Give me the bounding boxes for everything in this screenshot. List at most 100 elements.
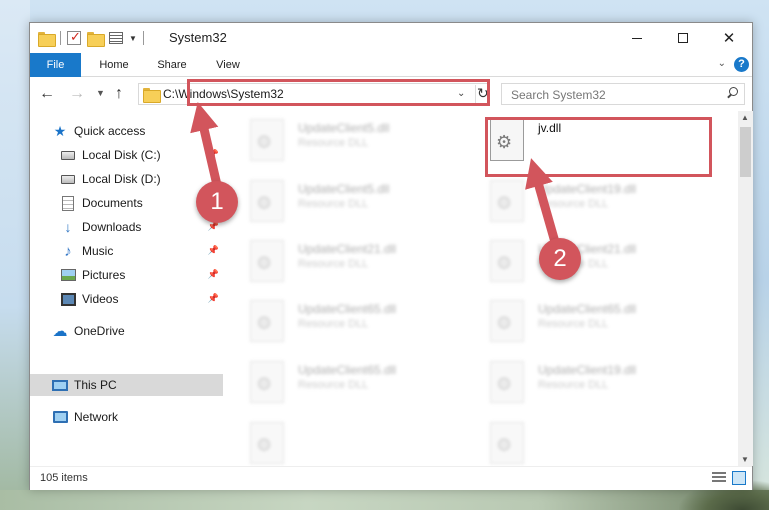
pin-icon[interactable]: 📌 — [208, 293, 219, 304]
file-name: UpdateClient21.dll — [298, 242, 397, 256]
sidebar-item-quick-access[interactable]: ★ Quick access — [52, 120, 223, 142]
star-icon: ★ — [53, 122, 67, 139]
file-name: UpdateClient19.dll — [538, 182, 637, 196]
properties-icon[interactable] — [109, 32, 123, 44]
expand-ribbon-chevron-icon[interactable]: ⌄ — [718, 58, 726, 69]
address-bar[interactable]: C:\Windows\System32 ⌄ ↻ — [138, 83, 490, 105]
pin-icon[interactable]: 📌 — [208, 221, 219, 232]
sidebar-item-label: Pictures — [82, 268, 126, 282]
pictures-icon — [60, 267, 76, 283]
ribbon-tabs: File Home Share View ⌄ ? — [30, 53, 752, 77]
file-item[interactable] — [228, 416, 468, 466]
close-icon: ✕ — [722, 30, 736, 47]
scroll-up-icon[interactable]: ▲ — [741, 113, 749, 122]
sidebar-item-pictures[interactable]: Pictures 📌 — [60, 264, 223, 286]
scroll-down-icon[interactable]: ▼ — [741, 455, 749, 464]
file-type: Resource DLL — [538, 379, 609, 391]
pin-icon[interactable]: 📌 — [208, 197, 219, 208]
sidebar-item-local-disk-c[interactable]: Local Disk (C:) 📌 — [60, 144, 223, 166]
file-type: Resource DLL — [538, 318, 609, 330]
dll-file-icon — [490, 361, 524, 403]
file-item[interactable]: UpdateClient21.dll Resource DLL — [228, 234, 468, 290]
search-input[interactable]: Search System32 — [501, 83, 745, 105]
file-name: UpdateClient19.dll — [538, 363, 637, 377]
navigation-pane: ★ Quick access Local Disk (C:) 📌 Local D… — [30, 111, 223, 466]
details-view-icon[interactable] — [712, 472, 726, 484]
window-controls: ✕ — [614, 23, 752, 53]
file-item[interactable] — [468, 416, 708, 466]
help-icon[interactable]: ? — [734, 57, 749, 72]
sidebar-item-downloads[interactable]: ↓ Downloads 📌 — [60, 216, 223, 238]
file-type: Resource DLL — [538, 258, 609, 270]
dll-file-icon — [250, 119, 284, 161]
address-history-chevron-icon[interactable]: ⌄ — [457, 88, 465, 99]
videos-icon — [60, 291, 76, 307]
file-item-jv-dll[interactable]: jv.dll — [468, 113, 708, 169]
forward-arrow-icon[interactable]: → — [69, 85, 85, 103]
sidebar-item-onedrive[interactable]: ☁ OneDrive — [52, 320, 223, 342]
file-item[interactable]: UpdateClient65.dll Resource DLL — [228, 355, 468, 411]
sidebar-item-label: This PC — [74, 378, 117, 392]
pin-icon[interactable]: 📌 — [208, 269, 219, 280]
file-type: Resource DLL — [298, 379, 369, 391]
tab-view[interactable]: View — [206, 53, 250, 77]
file-type: Resource DLL — [298, 137, 369, 149]
navigation-bar: ← → ▼ ↑ C:\Windows\System32 ⌄ ↻ Search S… — [30, 77, 752, 111]
file-name: UpdateClient65.dll — [298, 302, 397, 316]
file-item[interactable]: UpdateClient21.dll Resource DLL — [468, 234, 708, 290]
downloads-icon: ↓ — [64, 219, 72, 235]
file-type: Resource DLL — [298, 258, 369, 270]
dll-file-icon — [490, 240, 524, 282]
search-placeholder: Search System32 — [511, 88, 606, 102]
window-title: System32 — [169, 30, 227, 45]
minimize-button[interactable] — [614, 23, 660, 53]
quick-access-toolbar: ▼ — [38, 29, 150, 47]
file-item[interactable]: UpdateClient65.dll Resource DLL — [228, 294, 468, 350]
address-path[interactable]: C:\Windows\System32 — [163, 87, 284, 101]
pin-icon[interactable]: 📌 — [208, 245, 219, 256]
dll-file-icon — [490, 300, 524, 342]
up-arrow-icon[interactable]: ↑ — [115, 85, 123, 103]
sidebar-item-this-pc[interactable]: This PC — [30, 374, 223, 396]
dll-file-icon — [250, 422, 284, 464]
file-item[interactable]: UpdateClient5.dll Resource DLL — [228, 113, 468, 169]
folder-icon[interactable] — [38, 31, 56, 47]
tab-home[interactable]: Home — [90, 53, 138, 77]
search-icon[interactable] — [726, 87, 738, 99]
address-folder-icon — [143, 88, 161, 103]
recent-locations-chevron-icon[interactable]: ▼ — [96, 88, 105, 98]
file-type: Resource DLL — [298, 198, 369, 210]
status-bar: 105 items — [30, 466, 752, 490]
properties-check-icon[interactable] — [67, 29, 81, 45]
sidebar-item-local-disk-d[interactable]: Local Disk (D:) — [60, 168, 223, 190]
file-item[interactable]: UpdateClient5.dll Resource DLL — [228, 174, 468, 230]
drive-icon — [60, 171, 76, 187]
refresh-icon[interactable]: ↻ — [475, 85, 489, 103]
sidebar-item-videos[interactable]: Videos 📌 — [60, 288, 223, 310]
file-item[interactable]: UpdateClient19.dll Resource DLL — [468, 355, 708, 411]
tab-share[interactable]: Share — [148, 53, 196, 77]
pin-icon[interactable]: 📌 — [208, 149, 219, 160]
scrollbar-thumb[interactable] — [740, 127, 751, 177]
network-icon — [52, 409, 68, 425]
file-item[interactable]: UpdateClient65.dll Resource DLL — [468, 294, 708, 350]
customize-toolbar-chevron-icon[interactable]: ▼ — [129, 34, 137, 43]
back-arrow-icon[interactable]: ← — [39, 85, 55, 103]
file-item[interactable]: UpdateClient19.dll Resource DLL — [468, 174, 708, 230]
tab-file[interactable]: File — [30, 53, 81, 77]
close-button[interactable]: ✕ — [706, 23, 752, 53]
sidebar-item-label: Quick access — [74, 124, 146, 138]
vertical-scrollbar[interactable]: ▲ ▼ — [738, 111, 753, 466]
sidebar-item-music[interactable]: ♪ Music 📌 — [60, 240, 223, 262]
item-count: 105 items — [40, 472, 88, 484]
maximize-button[interactable] — [660, 23, 706, 53]
sidebar-item-network[interactable]: Network — [52, 406, 223, 428]
dll-file-icon — [250, 300, 284, 342]
large-icons-view-icon[interactable] — [732, 471, 746, 485]
documents-icon — [60, 195, 76, 211]
new-folder-icon[interactable] — [87, 31, 105, 47]
dll-file-icon — [250, 361, 284, 403]
dll-file-icon — [490, 422, 524, 464]
desktop-background — [0, 0, 30, 510]
sidebar-item-documents[interactable]: Documents 📌 — [60, 192, 223, 214]
